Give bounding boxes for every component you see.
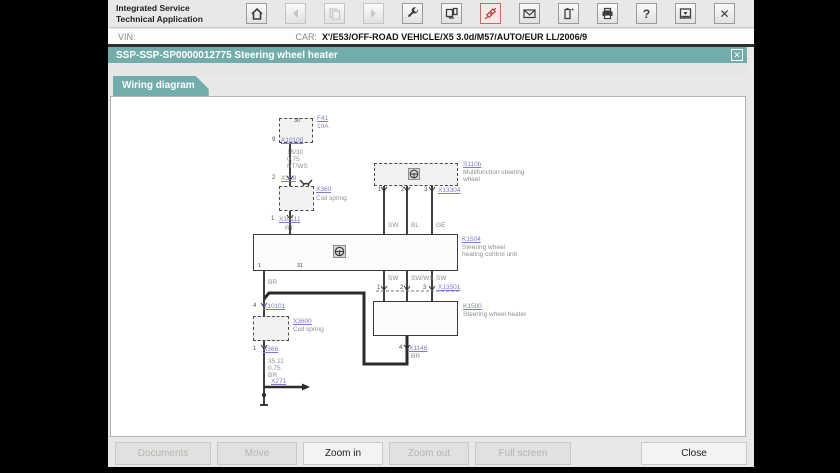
zoom-in-button[interactable]: Zoom in: [303, 442, 383, 465]
close-glyph: ✕: [719, 6, 730, 21]
app-window: Integrated Service Technical Application: [108, 0, 754, 467]
pin: 4: [399, 345, 403, 351]
coil-spring-lower-box: [253, 316, 289, 341]
wire-label: BL: [411, 222, 419, 229]
coil-spring-label: Coil spring: [316, 195, 347, 202]
battery-icon[interactable]: [558, 3, 579, 24]
connector-link[interactable]: X366: [263, 346, 278, 353]
wire-label: RT: [285, 225, 294, 232]
wire-label: BR: [411, 353, 421, 360]
printer-icon[interactable]: [597, 3, 618, 24]
heating-control-unit-box: [253, 234, 458, 271]
coil-spring-link[interactable]: X3600: [293, 318, 312, 325]
zoom-out-button[interactable]: Zoom out: [389, 442, 469, 465]
pin: 3: [424, 187, 428, 193]
dialog-title: SSP-SSP-SP0000012775 Steering wheel heat…: [116, 49, 338, 61]
fuse-rating: 10A: [317, 123, 329, 130]
dialog-close-icon[interactable]: ✕: [731, 49, 743, 61]
wire-label: SW: [388, 222, 399, 229]
toolbar-icons: ? ✕: [246, 3, 735, 24]
vehicle-bar: VIN: CAR: X'/E53/OFF-ROAD VEHICLE/X5 3.0…: [108, 29, 754, 44]
footer-toolbar: Documents Move Zoom in Zoom out Full scr…: [108, 440, 754, 467]
back-icon: [285, 3, 306, 24]
forward-icon: [363, 3, 384, 24]
coil-spring-upper-box: [279, 186, 314, 211]
wire-label: BR: [268, 279, 278, 286]
send-to-background-icon[interactable]: [675, 3, 696, 24]
ground-point-link[interactable]: X271: [271, 378, 286, 385]
full-screen-button[interactable]: Full screen: [475, 442, 571, 465]
help-glyph: ?: [642, 6, 651, 21]
ecu-link[interactable]: K1504: [462, 236, 481, 243]
pin: 2: [400, 285, 404, 291]
heater-link[interactable]: K1500: [463, 303, 482, 310]
heater-desc: Steering wheel heater: [463, 311, 527, 318]
help-icon[interactable]: ?: [636, 3, 657, 24]
pin: 2: [272, 175, 276, 181]
wire-label: SW/WS: [411, 275, 434, 282]
steering-wheel-icon: [333, 245, 346, 258]
wrench-icon[interactable]: [402, 3, 423, 24]
coil-spring-link[interactable]: X360: [316, 186, 331, 193]
car-label: CAR:: [295, 31, 318, 42]
pin: 1: [271, 216, 275, 222]
mail-icon[interactable]: [519, 3, 540, 24]
copy-page-icon: [324, 3, 345, 24]
connector-link[interactable]: X10100: [281, 137, 303, 144]
fuse-link[interactable]: F41: [317, 115, 328, 122]
car-value: X'/E53/OFF-ROAD VEHICLE/X5 3.0d/M57/AUTO…: [322, 31, 588, 42]
connector-link[interactable]: X10101: [263, 303, 285, 310]
mfl-link[interactable]: S110b: [463, 161, 481, 168]
pin: 4: [253, 303, 257, 309]
pin: 31: [297, 263, 304, 269]
steering-wheel-icon: [408, 168, 420, 180]
connection-error-icon[interactable]: [480, 3, 501, 24]
close-app-icon[interactable]: ✕: [714, 3, 735, 24]
coil-spring-label: Coil spring: [293, 326, 324, 333]
pin: 9: [272, 137, 276, 143]
dialog-header: SSP-SSP-SP0000012775 Steering wheel heat…: [108, 47, 747, 63]
wire-label: GE: [436, 222, 446, 229]
wire-label: SW: [436, 275, 447, 282]
tab-wiring-diagram[interactable]: Wiring diagram: [113, 76, 209, 96]
pin: 1: [377, 285, 381, 291]
tab-strip: [108, 63, 747, 76]
pin: 3: [423, 285, 427, 291]
wire-label: SW: [388, 275, 399, 282]
documents-button[interactable]: Documents: [115, 442, 211, 465]
pin: 1: [258, 263, 262, 269]
app-title: Integrated Service Technical Application: [116, 2, 203, 24]
pin: 2: [401, 187, 405, 193]
diagnostic-device-icon[interactable]: [441, 3, 462, 24]
pin: 1: [253, 346, 257, 352]
steering-wheel-heater-box: [373, 301, 458, 336]
connector-link[interactable]: X13304: [438, 187, 460, 194]
close-button[interactable]: Close: [641, 442, 747, 465]
connector-link[interactable]: X10111: [279, 216, 300, 223]
connector-link[interactable]: X13501: [438, 284, 460, 291]
diagram-canvas[interactable]: 30 F41 10A 9 X10100 15/30 0.75 RT/WS 2 X…: [110, 96, 746, 437]
wire-label: RT/WS: [287, 163, 308, 170]
vin-label: VIN:: [118, 31, 136, 42]
ecu-desc: heating control unit: [462, 251, 517, 258]
home-icon[interactable]: [246, 3, 267, 24]
fuse-pin: 30: [294, 118, 301, 124]
move-button[interactable]: Move: [217, 442, 297, 465]
mfl-desc: wheel: [463, 176, 480, 183]
title-bar: Integrated Service Technical Application: [108, 0, 754, 28]
connector-link[interactable]: X1146: [409, 345, 427, 352]
connector-link[interactable]: X359: [281, 175, 296, 182]
pin: 1: [378, 187, 382, 193]
screen: Integrated Service Technical Application: [0, 0, 840, 473]
